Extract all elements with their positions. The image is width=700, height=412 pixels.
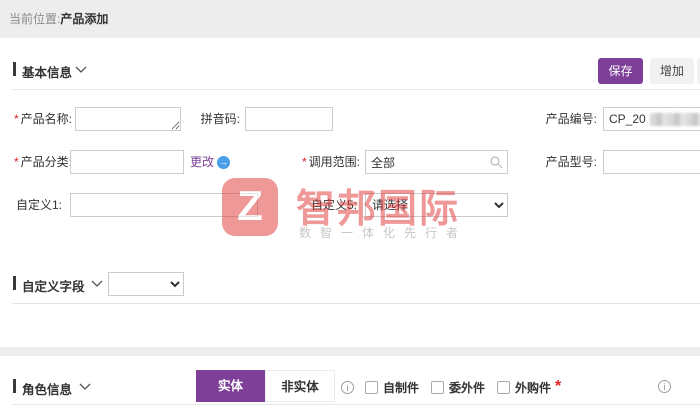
required-mark: *	[14, 112, 19, 126]
scope-input[interactable]	[365, 150, 508, 174]
required-mark: *	[302, 155, 307, 169]
divider	[12, 303, 700, 304]
breadcrumb: 当前位置:产品添加	[0, 0, 700, 38]
section-marker	[13, 379, 16, 393]
category-input[interactable]	[70, 150, 184, 174]
required-mark: *	[555, 378, 561, 396]
product-no-label: 产品编号:	[530, 107, 597, 131]
watermark-tagline: 数智一体化先行者	[299, 224, 467, 241]
scope-label: *调用范围:	[290, 150, 360, 174]
chevron-down-icon[interactable]	[79, 383, 91, 391]
model-label: 产品型号:	[530, 150, 597, 174]
chevron-down-icon[interactable]	[75, 66, 87, 74]
redacted-value	[650, 113, 700, 126]
purchased-label: 外购件	[515, 379, 551, 396]
required-mark: *	[14, 155, 19, 169]
pinyin-label: 拼音码:	[180, 107, 240, 131]
breadcrumb-current: 产品添加	[60, 12, 108, 26]
tab-non-entity[interactable]: 非实体	[265, 370, 335, 402]
category-change-link[interactable]: 更改	[190, 150, 214, 174]
outsourced-checkbox[interactable]	[431, 381, 444, 394]
custom-field-select[interactable]	[108, 272, 184, 296]
section-separator	[0, 347, 700, 356]
add-button[interactable]: 增加	[650, 58, 694, 84]
section-title-basic: 基本信息	[22, 62, 72, 81]
product-name-input[interactable]	[75, 107, 181, 131]
pinyin-input[interactable]	[245, 107, 333, 131]
save-button[interactable]: 保存	[598, 58, 643, 84]
info-icon[interactable]: i	[658, 380, 671, 393]
custom5-label: 自定义5:	[300, 193, 357, 217]
self-made-checkbox[interactable]	[365, 381, 378, 394]
tab-entity[interactable]: 实体	[196, 370, 265, 402]
entity-tabs: 实体 非实体	[196, 370, 335, 402]
product-no-input[interactable]: CP_20	[603, 107, 700, 131]
product-no-value: CP_20	[609, 112, 646, 126]
section-title-custom: 自定义字段	[22, 276, 85, 295]
custom5-select[interactable]: 请选择	[365, 193, 508, 217]
category-label: *产品分类:	[4, 150, 72, 174]
chevron-down-icon[interactable]	[91, 280, 103, 288]
part-type-options: i 自制件 委外件 外购件 *	[341, 372, 563, 402]
divider	[12, 404, 700, 405]
divider	[12, 89, 700, 90]
section-marker	[13, 62, 16, 76]
breadcrumb-prefix: 当前位置:	[9, 12, 60, 26]
custom1-label: 自定义1:	[5, 193, 62, 217]
section-marker	[13, 276, 16, 290]
info-icon[interactable]: i	[341, 381, 354, 394]
product-name-label: *产品名称:	[4, 107, 72, 131]
self-made-label: 自制件	[383, 379, 419, 396]
arrow-circle-icon[interactable]: →	[217, 156, 230, 169]
custom1-input[interactable]	[70, 193, 258, 217]
purchased-checkbox[interactable]	[497, 381, 510, 394]
product-add-page: 当前位置:产品添加 基本信息 保存 增加 *产品名称: 拼音码: 产品编号: C…	[0, 0, 700, 412]
section-title-role: 角色信息	[22, 379, 72, 398]
outsourced-label: 委外件	[449, 379, 485, 396]
model-input[interactable]	[603, 150, 700, 174]
